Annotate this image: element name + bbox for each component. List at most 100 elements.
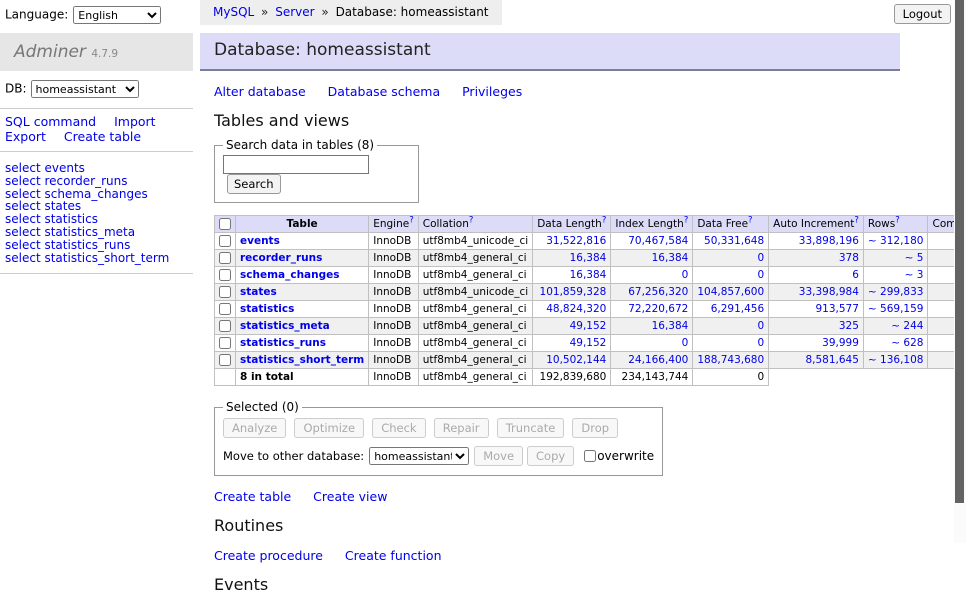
breadcrumb-mysql-link[interactable]: MySQL	[213, 5, 254, 19]
create-table-link[interactable]: Create table	[64, 129, 141, 144]
routines-links: Create procedure Create function	[214, 548, 900, 563]
auto-increment-link[interactable]: 33,898,196	[799, 235, 859, 247]
data-length-link[interactable]: 16,384	[570, 252, 607, 264]
index-length-link[interactable]: 0	[682, 337, 689, 349]
total-index-length-cell: 234,143,744	[611, 369, 693, 386]
row-checkbox[interactable]	[219, 337, 231, 349]
auto-increment-link[interactable]: 8,581,645	[805, 354, 858, 366]
auto-increment-link[interactable]: 6	[852, 269, 859, 281]
main-content: Database: homeassistant Alter database D…	[200, 33, 900, 594]
sql-command-link[interactable]: SQL command	[5, 114, 96, 129]
data-free-link[interactable]: 6,291,456	[711, 303, 764, 315]
data-length-link[interactable]: 10,502,144	[546, 354, 606, 366]
selected-legend: Selected (0)	[223, 400, 302, 414]
engine-cell: InnoDB	[369, 233, 419, 250]
alter-database-link[interactable]: Alter database	[214, 84, 306, 99]
rows-count-link[interactable]: ~ 3	[905, 269, 924, 281]
data-free-link[interactable]: 0	[757, 252, 764, 264]
export-link[interactable]: Export	[5, 129, 46, 144]
data-free-link[interactable]: 104,857,600	[697, 286, 764, 298]
index-length-link[interactable]: 67,256,320	[628, 286, 688, 298]
import-link[interactable]: Import	[114, 114, 156, 129]
auto-increment-link[interactable]: 33,398,984	[799, 286, 859, 298]
db-select[interactable]: homeassistant	[31, 80, 139, 98]
row-checkbox[interactable]	[219, 303, 231, 315]
move-database-select[interactable]: homeassistant	[369, 447, 469, 465]
table-name-link[interactable]: events	[240, 235, 280, 247]
collation-cell: utf8mb4_unicode_ci	[418, 233, 532, 250]
help-link[interactable]: ?	[748, 216, 753, 226]
search-input[interactable]	[223, 155, 369, 174]
data-free-link[interactable]: 50,331,648	[704, 235, 764, 247]
rows-count-link[interactable]: ~ 5	[905, 252, 924, 264]
table-name-link[interactable]: statistics_runs	[240, 337, 326, 349]
data-length-link[interactable]: 31,522,816	[546, 235, 606, 247]
table-name-link[interactable]: statistics_meta	[240, 320, 330, 332]
sidebar-select-statistics-runs[interactable]: select statistics_runs	[5, 239, 188, 252]
table-row: states InnoDB utf8mb4_unicode_ci 101,859…	[215, 284, 966, 301]
index-length-link[interactable]: 72,220,672	[628, 303, 688, 315]
create-procedure-link[interactable]: Create procedure	[214, 548, 323, 563]
breadcrumb-server-link[interactable]: Server	[275, 5, 314, 19]
rows-count-link[interactable]: ~ 136,108	[868, 354, 924, 366]
data-free-link[interactable]: 0	[757, 337, 764, 349]
index-length-link[interactable]: 16,384	[652, 320, 689, 332]
row-checkbox[interactable]	[219, 252, 231, 264]
create-table-link[interactable]: Create table	[214, 489, 291, 504]
language-select[interactable]: English	[73, 6, 161, 24]
auto-increment-link[interactable]: 378	[839, 252, 859, 264]
data-length-link[interactable]: 101,859,328	[540, 286, 607, 298]
select-all-checkbox[interactable]	[219, 218, 231, 230]
rows-count-link[interactable]: ~ 569,159	[868, 303, 924, 315]
table-name-link[interactable]: states	[240, 286, 277, 298]
help-link[interactable]: ?	[409, 216, 414, 226]
privileges-link[interactable]: Privileges	[462, 84, 522, 99]
create-view-link[interactable]: Create view	[313, 489, 387, 504]
rows-count-link[interactable]: ~ 244	[891, 320, 923, 332]
index-length-link[interactable]: 0	[682, 269, 689, 281]
create-function-link[interactable]: Create function	[345, 548, 442, 563]
total-label-cell: 8 in total	[236, 369, 369, 386]
auto-increment-link[interactable]: 39,999	[822, 337, 859, 349]
data-free-link[interactable]: 0	[757, 320, 764, 332]
data-free-link[interactable]: 188,743,680	[697, 354, 764, 366]
index-length-link[interactable]: 24,166,400	[628, 354, 688, 366]
rows-count-link[interactable]: ~ 628	[891, 337, 923, 349]
data-length-link[interactable]: 16,384	[570, 269, 607, 281]
row-checkbox[interactable]	[219, 235, 231, 247]
sidebar-select-statistics-short-term[interactable]: select statistics_short_term	[5, 252, 188, 265]
table-name-link[interactable]: recorder_runs	[240, 252, 322, 264]
sidebar-select-events[interactable]: select events	[5, 162, 188, 175]
rows-count-link[interactable]: ~ 299,833	[868, 286, 924, 298]
row-checkbox[interactable]	[219, 269, 231, 281]
data-length-link[interactable]: 49,152	[570, 320, 607, 332]
help-link[interactable]: ?	[854, 216, 859, 226]
logout-button[interactable]: Logout	[894, 4, 951, 24]
create-links: Create table Create view	[214, 489, 900, 504]
help-link[interactable]: ?	[602, 216, 607, 226]
search-button[interactable]: Search	[227, 174, 281, 194]
help-link[interactable]: ?	[469, 216, 474, 226]
sidebar-select-recorder-runs[interactable]: select recorder_runs	[5, 175, 188, 188]
sidebar-select-statistics-meta[interactable]: select statistics_meta	[5, 226, 188, 239]
overwrite-checkbox[interactable]	[584, 450, 596, 462]
auto-increment-link[interactable]: 913,577	[816, 303, 859, 315]
data-free-link[interactable]: 0	[757, 269, 764, 281]
table-name-link[interactable]: statistics	[240, 303, 294, 315]
help-link[interactable]: ?	[684, 216, 689, 226]
row-checkbox[interactable]	[219, 354, 231, 366]
index-length-link[interactable]: 16,384	[652, 252, 689, 264]
help-link[interactable]: ?	[895, 216, 900, 226]
scrollbar-thumb[interactable]	[955, 0, 964, 503]
database-schema-link[interactable]: Database schema	[328, 84, 440, 99]
rows-count-link[interactable]: ~ 312,180	[868, 235, 924, 247]
data-length-link[interactable]: 48,824,320	[546, 303, 606, 315]
row-checkbox[interactable]	[219, 320, 231, 332]
data-length-link[interactable]: 49,152	[570, 337, 607, 349]
table-name-link[interactable]: schema_changes	[240, 269, 340, 281]
table-name-link[interactable]: statistics_short_term	[240, 354, 364, 366]
row-checkbox[interactable]	[219, 286, 231, 298]
collation-cell: utf8mb4_general_ci	[418, 250, 532, 267]
auto-increment-link[interactable]: 325	[839, 320, 859, 332]
index-length-link[interactable]: 70,467,584	[628, 235, 688, 247]
